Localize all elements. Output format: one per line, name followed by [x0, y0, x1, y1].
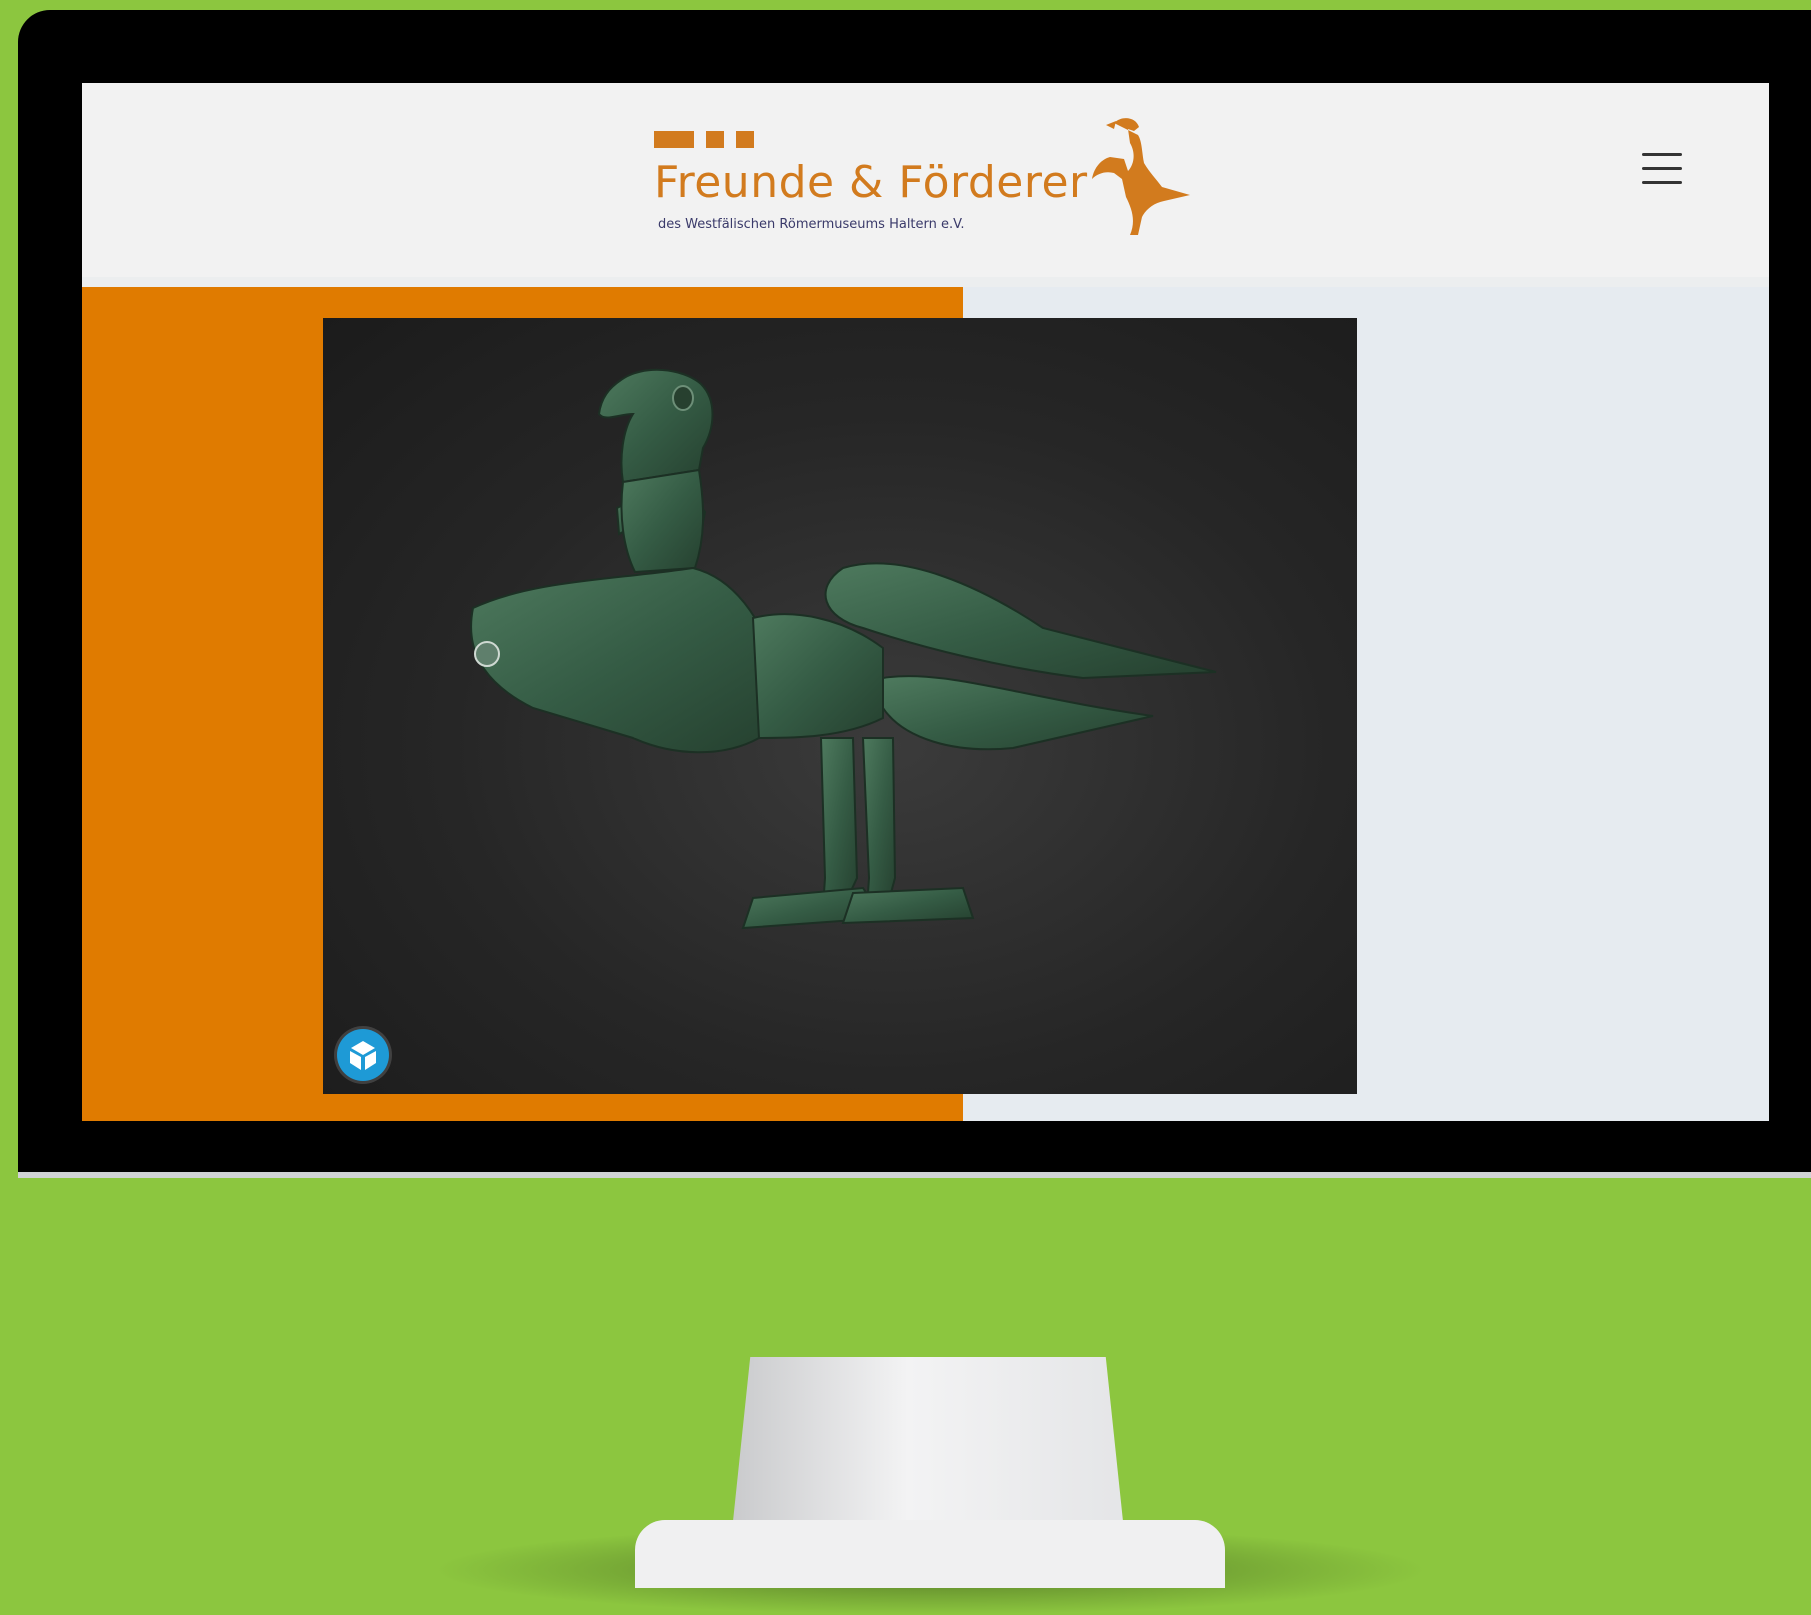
3d-model-icon[interactable] [337, 1029, 389, 1081]
logo-subtitle: des Westfälischen Römermuseums Haltern e… [658, 217, 965, 232]
monitor-screen: Freunde & Förderer des Westfälischen Röm… [82, 83, 1769, 1121]
logo-title: Freunde & Förderer [654, 157, 1088, 208]
monitor: Freunde & Förderer des Westfälischen Röm… [18, 10, 1811, 1178]
monitor-stand-base [635, 1520, 1225, 1588]
hamburger-menu-icon[interactable] [1642, 153, 1684, 185]
eagle-emblem-icon [1092, 118, 1190, 235]
site-logo[interactable]: Freunde & Förderer des Westfälischen Röm… [654, 113, 1190, 253]
site-header: Freunde & Förderer des Westfälischen Röm… [82, 83, 1769, 277]
3d-model-viewer[interactable] [323, 318, 1357, 1094]
monitor-chin [18, 1172, 1811, 1178]
hero-section [82, 287, 1769, 1121]
eagle-figurine-image [470, 368, 1217, 930]
logo-bars [654, 131, 766, 153]
